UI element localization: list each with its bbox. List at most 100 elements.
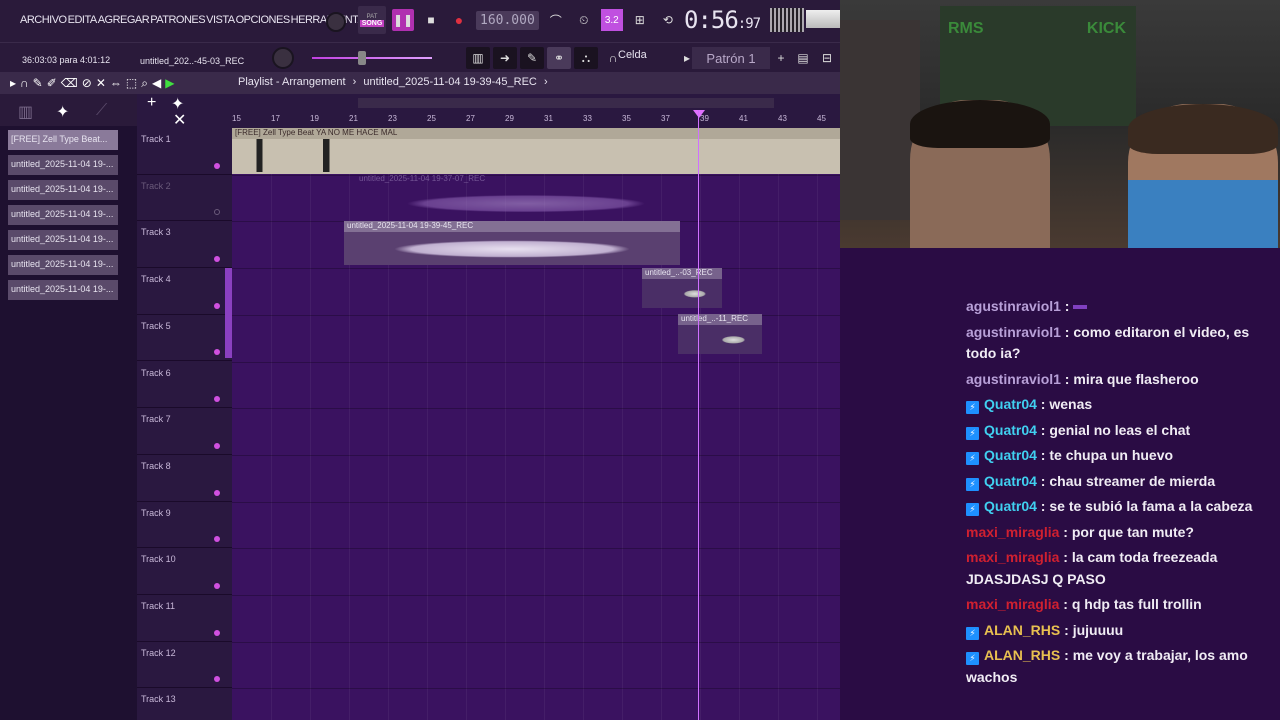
track-header[interactable]: Track 13 (137, 688, 232, 720)
track-active-indicator[interactable] (214, 676, 220, 683)
audio-clip-muted[interactable]: untitled_2025-11-04 19-37-07_REC (356, 174, 696, 218)
playlist-view-icon[interactable]: ▤ (792, 47, 814, 69)
track-active-indicator[interactable] (214, 536, 220, 543)
tempo-display[interactable]: 160.000 (476, 10, 539, 30)
track-active-indicator[interactable] (214, 302, 220, 309)
track-active-indicator[interactable] (214, 396, 220, 403)
menu-edita[interactable]: EDITA (68, 14, 98, 26)
loop-record-icon[interactable]: ⟲ (657, 9, 679, 31)
slip-tool-icon[interactable]: ✕ (96, 76, 106, 91)
chat-username[interactable]: ALAN_RHS (984, 647, 1060, 663)
track-header[interactable]: Track 5 (137, 315, 232, 362)
arrangement-grid[interactable]: [FREE] Zell Type Beat YA NO ME HACE MAL … (232, 128, 840, 720)
chat-username[interactable]: agustinraviol1 (966, 298, 1061, 314)
stop-button[interactable]: ■ (420, 9, 442, 31)
paint-tool-icon[interactable]: ✐ (47, 76, 57, 91)
audio-icon[interactable]: ▶ (165, 76, 174, 91)
menu-vista[interactable]: VISTA (206, 14, 235, 26)
chat-username[interactable]: Quatr04 (984, 447, 1037, 463)
chat-username[interactable]: ALAN_RHS (984, 622, 1060, 638)
track-active-indicator[interactable] (214, 629, 220, 636)
audio-clip-short[interactable]: untitled_..-03_REC (642, 268, 722, 308)
browser-item[interactable]: untitled_2025-11-04 19-... (8, 155, 118, 175)
overview-scrollbar[interactable] (358, 98, 774, 108)
browser-item[interactable]: untitled_2025-11-04 19-... (8, 230, 118, 250)
zoom-tool-icon[interactable]: ⌕ (141, 76, 148, 91)
audio-clip-short[interactable]: untitled_..-11_REC (678, 314, 762, 354)
menu-opciones[interactable]: OPCIONES (236, 14, 291, 26)
channel-rack-icon[interactable]: ⊟ (816, 47, 838, 69)
chat-username[interactable]: maxi_miraglia (966, 549, 1059, 565)
chat-username[interactable]: maxi_miraglia (966, 524, 1059, 540)
track-header[interactable]: Track 9 (137, 502, 232, 549)
mute-tool-icon[interactable]: ⊘ (82, 76, 92, 91)
master-volume-knob[interactable] (326, 12, 346, 32)
browser-item[interactable]: [FREE] Zell Type Beat... (8, 130, 118, 150)
track-header[interactable]: Track 6 (137, 362, 232, 409)
browser-item[interactable]: untitled_2025-11-04 19-... (8, 180, 118, 200)
master-slider-thumb[interactable] (358, 51, 366, 65)
track-active-indicator[interactable] (214, 442, 220, 449)
playback-tool-icon[interactable]: ◀ (152, 76, 161, 91)
playhead-marker-icon[interactable] (693, 110, 705, 118)
waveform-view-icon[interactable]: ▥ (18, 102, 33, 122)
piano-roll-icon[interactable]: ▥ (466, 47, 490, 69)
track-header[interactable]: Track 7 (137, 408, 232, 455)
track-header[interactable]: Track 12 (137, 642, 232, 689)
chat-username[interactable]: Quatr04 (984, 473, 1037, 489)
slice-tool-icon[interactable]: ⇔ (110, 76, 122, 91)
magnet-snap-icon[interactable]: ∩ (20, 76, 29, 91)
menu-patrones[interactable]: PATRONES (150, 14, 205, 26)
track-header[interactable]: Track 11 (137, 595, 232, 642)
track-active-indicator[interactable] (214, 209, 220, 216)
track-header[interactable]: Track 10 (137, 548, 232, 595)
pause-button[interactable]: ❚❚ (392, 9, 414, 31)
audio-clip-beat[interactable]: [FREE] Zell Type Beat YA NO ME HACE MAL (232, 128, 840, 174)
track-header[interactable]: Track 8 (137, 455, 232, 502)
chat-username[interactable]: Quatr04 (984, 396, 1037, 412)
countdown-icon[interactable]: 3.2 (600, 9, 623, 31)
select-tool-icon[interactable]: ⬚ (126, 76, 137, 91)
track-active-indicator[interactable] (214, 256, 220, 263)
browser-item[interactable]: untitled_2025-11-04 19-... (8, 280, 118, 300)
snap-select[interactable]: Celda (618, 49, 647, 61)
track-header[interactable]: Track 2 (137, 175, 232, 222)
browser-item[interactable]: untitled_2025-11-04 19-... (8, 255, 118, 275)
pencil-icon[interactable]: ✎ (520, 47, 544, 69)
track-active-indicator[interactable] (214, 349, 220, 356)
chat-username[interactable]: maxi_miraglia (966, 596, 1059, 612)
track-active-indicator[interactable] (214, 162, 220, 169)
track-header[interactable]: Track 3 (137, 221, 232, 269)
link-icon[interactable]: ⚭ (547, 47, 571, 69)
step-edit-icon[interactable]: ⊞ (629, 9, 651, 31)
chat-username[interactable]: agustinraviol1 (966, 371, 1061, 387)
wait-record-icon[interactable]: ⏲ (573, 9, 595, 31)
browser-item[interactable]: untitled_2025-11-04 19-... (8, 205, 118, 225)
chat-username[interactable]: Quatr04 (984, 422, 1037, 438)
timeline-ruler[interactable]: 15 17 19 21 23 25 27 29 31 33 35 37 39 4… (232, 94, 840, 128)
audio-clip-rec[interactable]: untitled_2025-11-04 19-39-45_REC (344, 221, 680, 265)
add-track-icon[interactable]: + (147, 94, 156, 112)
track-header[interactable]: Track 4 (137, 268, 232, 315)
add-pattern-icon[interactable]: + (770, 47, 792, 69)
record-button[interactable]: ● (448, 9, 470, 31)
menu-archivo[interactable]: ARCHIVO (20, 14, 67, 26)
pat-song-toggle[interactable]: PAT SONG (358, 6, 386, 34)
delete-tool-icon[interactable]: ⌫ (61, 76, 78, 91)
chat-username[interactable]: Quatr04 (984, 498, 1037, 514)
metronome-icon[interactable]: ⌒ (545, 9, 567, 31)
close-icon[interactable]: ✕ (173, 110, 186, 130)
track-header[interactable]: Track 1 (137, 128, 232, 175)
track-active-indicator[interactable] (214, 489, 220, 496)
chat-username[interactable]: agustinraviol1 (966, 324, 1061, 340)
pattern-selector[interactable]: Patrón 1 (692, 47, 770, 69)
draw-tool-icon[interactable]: ✎ (33, 76, 43, 91)
menu-agregar[interactable]: AGREGAR (98, 14, 150, 26)
mixer-icon[interactable]: ⛬ (574, 47, 598, 69)
arrow-icon[interactable]: ➜ (493, 47, 517, 69)
track-active-indicator[interactable] (214, 582, 220, 589)
master-pitch-knob[interactable] (272, 47, 294, 69)
link-icon[interactable]: ⟋ (96, 102, 107, 120)
menu-arrow-icon[interactable]: ▸ (10, 76, 16, 91)
master-slider[interactable] (312, 57, 432, 59)
